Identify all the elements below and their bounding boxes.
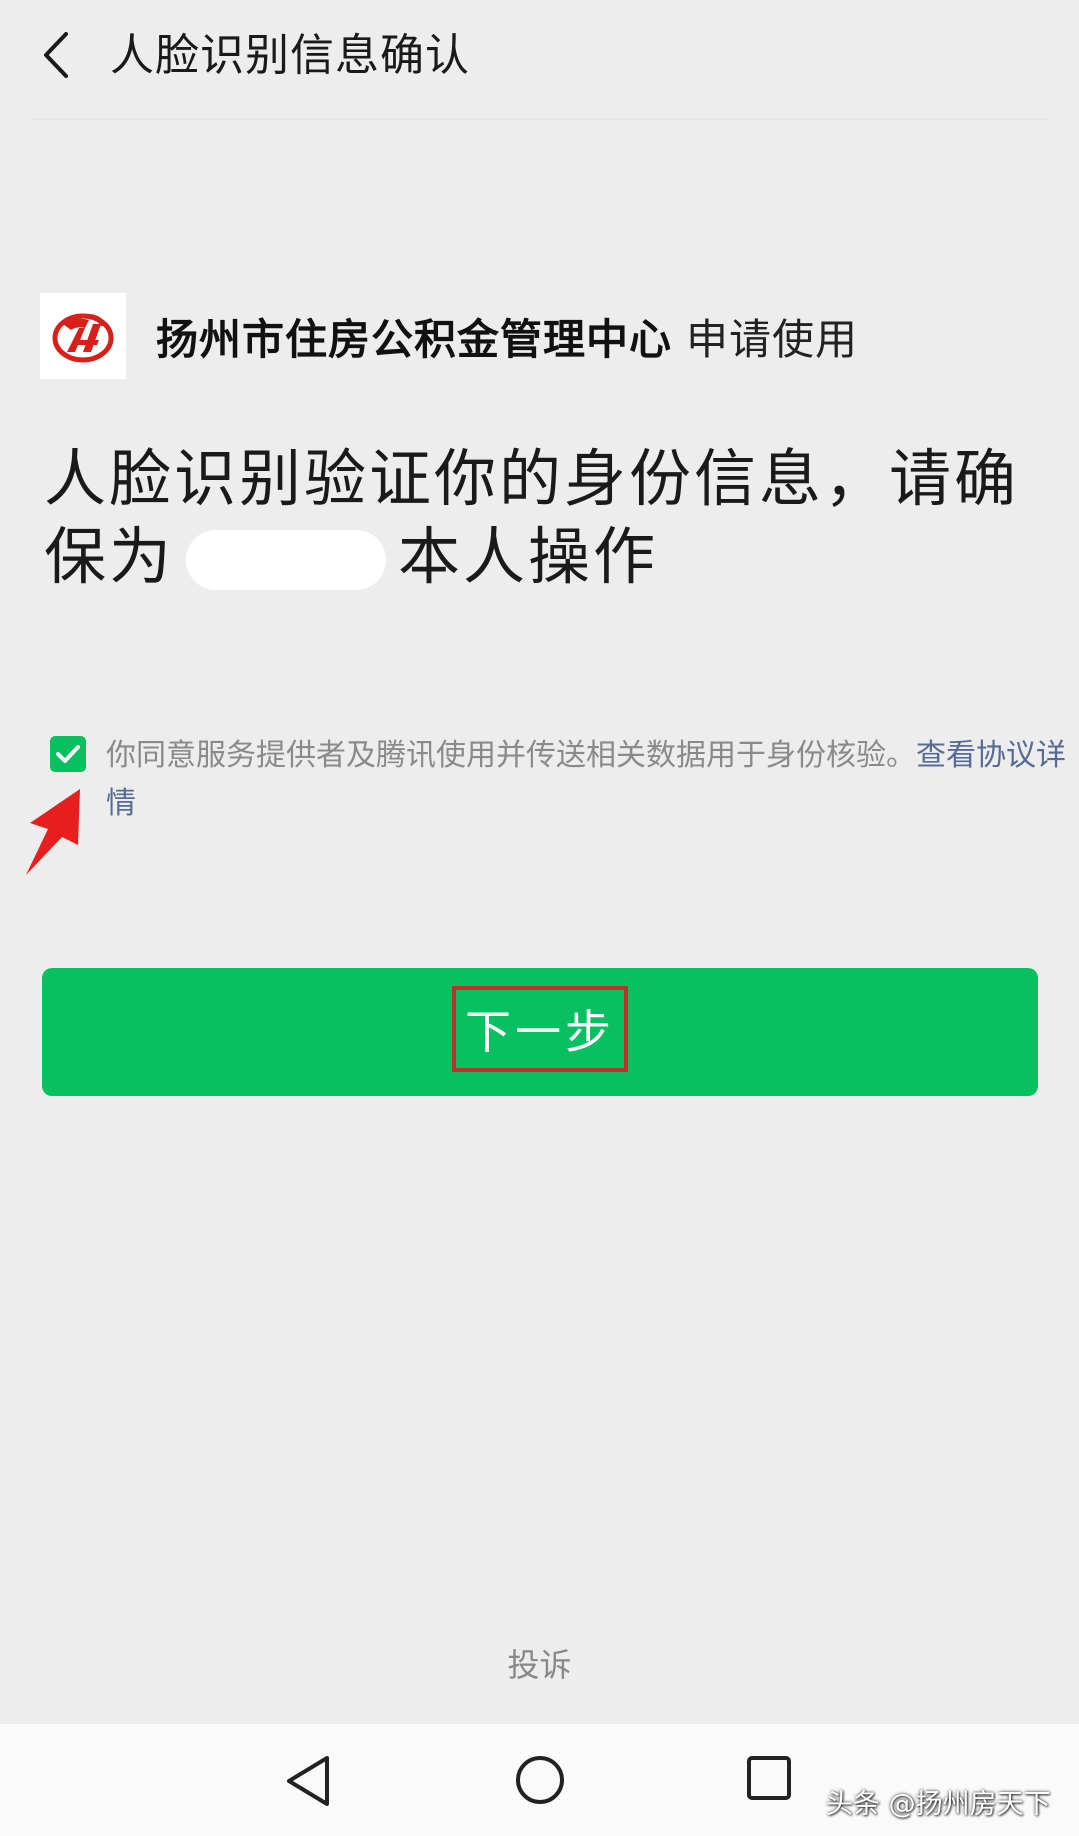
next-button-label: 下一步 xyxy=(465,1005,615,1059)
consent-checkbox[interactable] xyxy=(50,736,86,772)
verification-prefix: 保为 xyxy=(44,520,175,593)
organization-request-text: 申请使用 xyxy=(686,314,859,364)
organization-name: 扬州市住房公积金管理中心 xyxy=(156,314,673,364)
logo-emblem-icon xyxy=(52,313,114,363)
next-step-button[interactable]: 下一步 xyxy=(42,968,1038,1096)
organization-row: 扬州市住房公积金管理中心 申请使用 xyxy=(40,292,858,380)
yangzhou-housing-fund-logo xyxy=(40,293,126,379)
watermark: 头条 @扬州房天下 xyxy=(826,1789,1051,1820)
consent-text: 你同意服务提供者及腾讯使用并传送相关数据用于身份核验。查看协议详情 xyxy=(106,732,1079,828)
verification-message-line2: 保为 本人操作 xyxy=(44,518,1034,596)
verification-suffix: 本人操作 xyxy=(398,520,659,593)
top-bar: 人脸识别信息确认 xyxy=(0,0,1079,118)
redacted-name xyxy=(186,530,387,590)
chevron-left-icon[interactable] xyxy=(36,28,80,82)
complaint-link[interactable]: 投诉 xyxy=(0,1640,1079,1686)
circle-home-icon[interactable] xyxy=(514,1754,566,1806)
verification-message: 人脸识别验证你的身份信息，请确 保为 本人操作 xyxy=(44,440,1034,596)
header-divider xyxy=(32,118,1047,120)
square-recent-icon[interactable] xyxy=(745,1754,793,1802)
verification-message-line1: 人脸识别验证你的身份信息，请确 xyxy=(44,442,1020,515)
consent-statement: 你同意服务提供者及腾讯使用并传送相关数据用于身份核验。 xyxy=(106,738,916,773)
check-icon xyxy=(56,745,80,763)
triangle-back-icon[interactable] xyxy=(283,1754,333,1808)
next-button-highlight: 下一步 xyxy=(452,986,628,1072)
red-arrow-annotation-icon xyxy=(26,789,80,875)
page-title: 人脸识别信息确认 xyxy=(110,30,470,81)
